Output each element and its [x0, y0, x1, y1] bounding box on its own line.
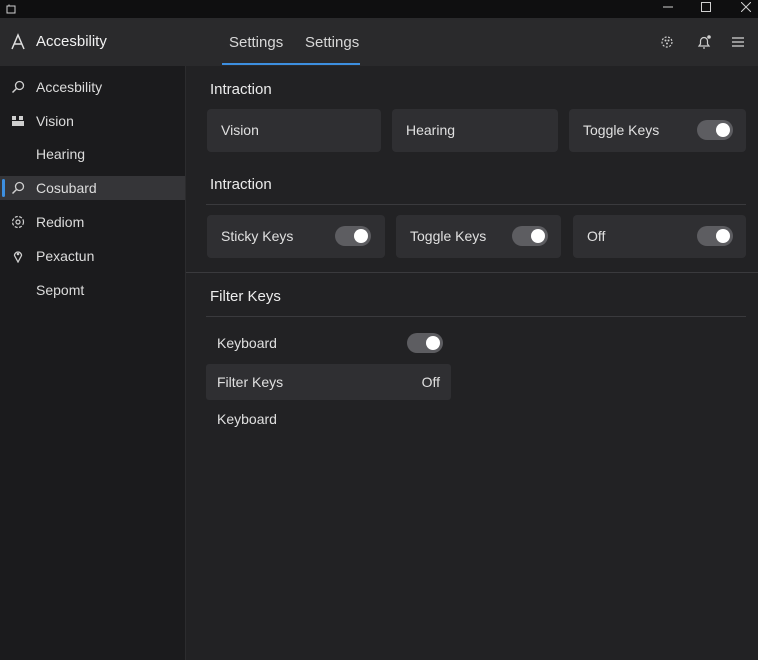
card-toggle-keys-2[interactable]: Toggle Keys: [396, 215, 561, 258]
sidebar-item-label: Accesbility: [36, 79, 103, 95]
toggle-keys-switch-2[interactable]: [512, 226, 548, 246]
sidebar-item-cosubard[interactable]: Cosubard: [0, 176, 185, 200]
off-switch[interactable]: [697, 226, 733, 246]
accessibility-logo-icon: [8, 32, 28, 52]
section-divider: [206, 204, 746, 205]
sidebar-item-pexactun[interactable]: Pexactun: [0, 244, 185, 268]
card-label: Off: [587, 228, 606, 244]
app-title: Accesbility: [36, 33, 107, 50]
section-divider: [206, 316, 746, 317]
toggle-keys-switch[interactable]: [697, 120, 733, 140]
sidebar-item-label: Cosubard: [36, 180, 97, 196]
sidebar-item-hearing[interactable]: Hearing: [0, 142, 185, 166]
theme-icon[interactable]: [657, 32, 677, 52]
section-title-interaction-1: Intraction: [210, 81, 272, 98]
minimize-icon[interactable]: [656, 0, 680, 14]
sidebar-item-accesbility[interactable]: Accesbility: [0, 75, 185, 99]
target-icon: [10, 214, 26, 230]
sticky-keys-switch[interactable]: [335, 226, 371, 246]
card-vision[interactable]: Vision: [207, 109, 381, 152]
active-tab-indicator: [222, 63, 360, 65]
card-label: Toggle Keys: [583, 122, 660, 138]
filter-keys-value: Off: [421, 374, 440, 390]
sidebar-item-label: Vision: [36, 113, 74, 129]
maximize-icon[interactable]: [694, 0, 718, 14]
section-divider: [186, 272, 758, 273]
sidebar-item-vision[interactable]: Vision: [0, 109, 185, 133]
sidebar-item-rediom[interactable]: Rediom: [0, 210, 185, 234]
close-icon[interactable]: [734, 0, 758, 14]
card-label: Sticky Keys: [221, 228, 294, 244]
list-item-label: Filter Keys: [217, 374, 284, 390]
list-item-filter-keys[interactable]: Filter Keys Off: [206, 364, 451, 400]
title-bar: [0, 0, 758, 18]
keyboard-switch[interactable]: [407, 333, 443, 353]
list-item-label: Keyboard: [217, 335, 277, 351]
search-icon: [10, 180, 26, 196]
card-label: Vision: [221, 122, 259, 138]
sidebar-item-label: Rediom: [36, 214, 85, 230]
list-item-label: Keyboard: [217, 411, 277, 427]
tab-settings-2[interactable]: Settings: [305, 34, 359, 51]
card-sticky-keys[interactable]: Sticky Keys: [207, 215, 385, 258]
menu-icon[interactable]: [728, 32, 748, 52]
list-item-keyboard-2[interactable]: Keyboard: [206, 401, 451, 437]
sidebar-item-sepomt[interactable]: Sepomt: [0, 278, 185, 302]
card-off[interactable]: Off: [573, 215, 746, 258]
card-label: Toggle Keys: [410, 228, 487, 244]
main-content: Intraction Vision Hearing Toggle Keys In…: [186, 66, 758, 660]
location-pin-icon: [10, 248, 26, 264]
sidebar-item-label: Sepomt: [36, 282, 85, 298]
notification-settings-icon[interactable]: [694, 32, 714, 52]
list-item-keyboard[interactable]: Keyboard: [206, 325, 451, 361]
section-title-interaction-2: Intraction: [210, 176, 272, 193]
app-window-icon: [6, 1, 16, 14]
card-label: Hearing: [406, 122, 456, 138]
sidebar: Accesbility Vision Hearing Cosubard Redi…: [0, 66, 186, 660]
search-icon: [10, 79, 26, 95]
card-toggle-keys[interactable]: Toggle Keys: [569, 109, 746, 152]
section-title-filter-keys: Filter Keys: [210, 288, 281, 305]
sidebar-item-label: Pexactun: [36, 248, 95, 264]
tab-settings-1[interactable]: Settings: [229, 34, 283, 51]
app-header: Accesbility Settings Settings: [0, 18, 758, 66]
card-hearing[interactable]: Hearing: [392, 109, 558, 152]
grid-icon: [10, 113, 26, 129]
sidebar-item-label: Hearing: [36, 146, 86, 162]
